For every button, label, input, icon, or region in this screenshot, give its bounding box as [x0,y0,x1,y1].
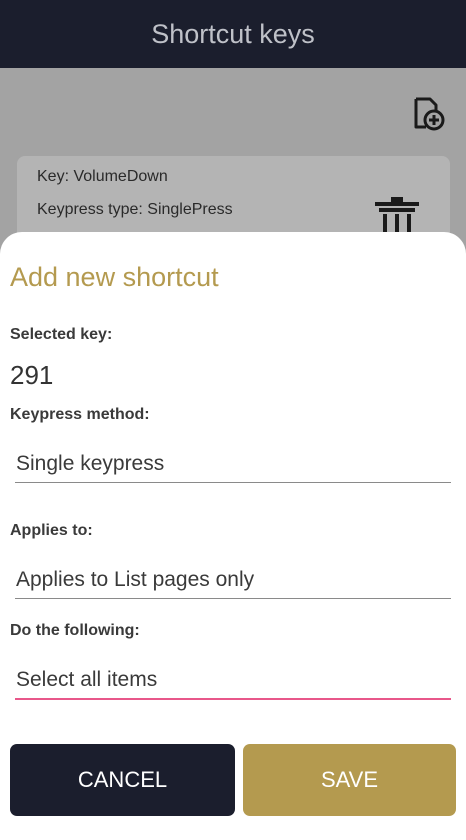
screen: Shortcut keys Key: VolumeDown Keypress t… [0,0,466,840]
action-label: Do the following: [10,622,140,639]
selected-key-label: Selected key: [10,326,113,343]
action-value: Select all items [16,668,158,691]
app-bar: Shortcut keys [0,0,466,68]
applies-to-label: Applies to: [10,522,93,539]
page-title: Shortcut keys [151,18,315,49]
selected-key-value: 291 [10,360,54,390]
action-select[interactable]: Select all items [15,664,451,700]
cancel-button[interactable]: CANCEL [10,744,235,816]
shortcut-key-text: Key: VolumeDown [37,168,168,185]
shortcut-keypress-type-text: Keypress type: SinglePress [37,201,233,218]
keypress-method-select[interactable]: Single keypress [15,448,451,483]
keypress-method-label: Keypress method: [10,406,150,423]
applies-to-value: Applies to List pages only [16,568,255,591]
save-button[interactable]: SAVE [243,744,456,816]
add-document-icon[interactable] [408,95,446,133]
keypress-method-value: Single keypress [16,452,165,475]
add-shortcut-dialog: Add new shortcut Selected key: 291 Keypr… [0,232,466,840]
applies-to-select[interactable]: Applies to List pages only [15,564,451,599]
trash-icon[interactable] [371,196,423,236]
dialog-title: Add new shortcut [10,262,219,292]
